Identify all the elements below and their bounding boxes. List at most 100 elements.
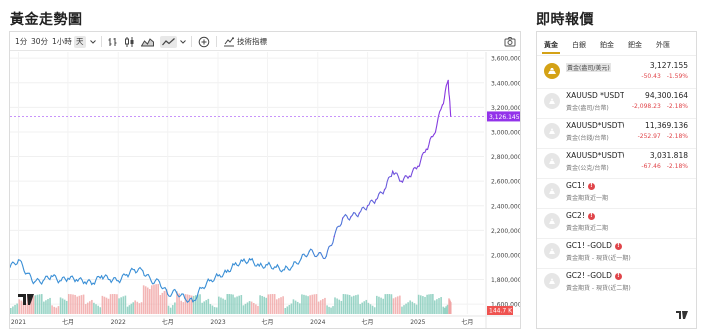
volume-bar xyxy=(436,299,438,314)
volume-bar xyxy=(388,294,391,314)
volume-bar xyxy=(255,304,257,314)
tab-silver[interactable]: 白銀 xyxy=(572,40,586,50)
camera-icon[interactable] xyxy=(504,36,516,48)
interval-30min-button[interactable]: 30分 xyxy=(31,36,48,48)
tradingview-logo xyxy=(676,304,688,323)
data-point xyxy=(300,258,302,260)
volume-bar xyxy=(363,301,366,314)
tab-palladium[interactable]: 鈀金 xyxy=(628,40,642,50)
volume-bar xyxy=(105,297,108,314)
volume-bar xyxy=(51,305,53,314)
y-tick-label: 3,200,000 xyxy=(491,105,520,112)
quote-symbol-text: XAUUSD*USDTWD/8.29 xyxy=(566,121,624,130)
quote-row[interactable]: GC1! -GOLD! 黃金期貨 - 現貨(近一期) xyxy=(537,238,696,268)
volume-bar xyxy=(236,296,238,314)
volume-bar xyxy=(355,295,357,314)
volume-bar xyxy=(144,286,147,314)
volume-bar xyxy=(407,302,409,314)
placeholder-icon xyxy=(544,93,560,109)
volume-bar xyxy=(284,307,287,314)
interval-1hour-button[interactable]: 1小時 xyxy=(52,36,72,48)
interval-day-button[interactable]: 天 xyxy=(74,36,86,48)
volume-bar xyxy=(348,294,351,314)
quote-row[interactable]: GC1!! 黃金期貨近一期 xyxy=(537,178,696,208)
data-point xyxy=(200,287,202,289)
volume-bar xyxy=(91,299,93,314)
volume-bar xyxy=(317,301,320,314)
interval-1min-button[interactable]: 1分 xyxy=(15,36,27,48)
data-point xyxy=(126,274,128,276)
quote-row[interactable]: GC2! -GOLD! 黃金期貨 - 現貨(近二期) xyxy=(537,268,696,298)
candlestick-icon[interactable] xyxy=(124,36,135,48)
data-point xyxy=(447,79,449,81)
volume-bar xyxy=(386,294,389,314)
volume-bar xyxy=(250,301,253,314)
volume-bar xyxy=(352,295,355,314)
volume-bar xyxy=(438,298,440,314)
gold-price-chart[interactable]: 1,600,0001,800,0002,000,0002,200,0002,40… xyxy=(10,52,520,329)
chevron-down-icon[interactable] xyxy=(179,36,187,48)
data-point xyxy=(59,280,61,282)
volume-bar xyxy=(126,306,129,314)
volume-bar xyxy=(411,301,414,314)
volume-bar xyxy=(228,294,231,314)
quote-description: 黃金(盎司/美元) xyxy=(566,63,611,72)
volume-bar xyxy=(240,295,243,314)
volume-bar xyxy=(203,301,205,314)
volume-bar xyxy=(18,299,21,314)
quote-change: -67.46 -2.18% xyxy=(641,163,688,170)
volume-bar xyxy=(224,299,226,314)
volume-bar xyxy=(390,294,393,314)
volume-bar xyxy=(97,305,99,314)
data-point xyxy=(242,260,244,262)
add-circle-icon[interactable] xyxy=(198,36,210,48)
volume-bar xyxy=(357,294,359,314)
volume-bar xyxy=(432,294,434,314)
volume-bar xyxy=(140,302,143,314)
volume-bar xyxy=(401,306,403,314)
tab-forex[interactable]: 外匯 xyxy=(656,40,670,50)
volume-bar xyxy=(49,297,51,314)
volume-bar xyxy=(32,296,35,314)
quote-row[interactable]: GC2!! 黃金期貨近二期 xyxy=(537,208,696,238)
area-chart-icon[interactable] xyxy=(140,36,154,48)
line-chart-icon[interactable] xyxy=(160,36,177,48)
indicators-button[interactable]: 技術指標 xyxy=(237,36,267,48)
volume-bar xyxy=(89,301,91,314)
placeholder-icon xyxy=(544,243,560,259)
quote-row[interactable]: 黃金(盎司/美元) 3,127.155 -50.43 -1.59% xyxy=(537,58,696,88)
price-series-line[interactable] xyxy=(10,80,452,303)
quote-description: 黃金(台錢/台幣) xyxy=(566,135,609,142)
data-point xyxy=(292,265,294,267)
chevron-down-icon[interactable] xyxy=(89,36,97,48)
quote-row[interactable]: XAUUSD *USDTWD 黃金(盎司/台幣) 94,300.164 -2,098.… xyxy=(537,88,696,118)
volume-bar xyxy=(269,294,272,314)
data-point xyxy=(441,104,444,106)
quote-row[interactable]: XAUUSD*USDTWD/31.1035 黃金(公克/台幣) 3,031.818 -… xyxy=(537,148,696,178)
y-tick-label: 2,000,000 xyxy=(491,252,520,259)
data-point xyxy=(142,270,144,272)
warning-icon: ! xyxy=(587,213,595,220)
volume-bar xyxy=(136,301,139,314)
quote-row[interactable]: XAUUSD*USDTWD/8.29 黃金(台錢/台幣) 11,369.136 -25… xyxy=(537,118,696,148)
data-point xyxy=(34,281,36,283)
quote-description: 黃金期貨 - 現貨(近二期) xyxy=(566,285,631,292)
volume-bar xyxy=(95,304,97,314)
data-point xyxy=(109,278,111,281)
indicators-icon[interactable] xyxy=(223,36,235,48)
warning-icon: ! xyxy=(614,273,622,280)
data-point xyxy=(84,281,86,283)
volume-bar xyxy=(12,306,14,314)
volume-bar xyxy=(197,294,199,314)
volume-bar xyxy=(382,298,384,314)
data-point xyxy=(158,281,161,283)
quote-symbol-text: GC1! xyxy=(566,181,585,190)
tab-platinum[interactable]: 鉑金 xyxy=(600,40,614,50)
data-point xyxy=(250,259,252,261)
volume-bar xyxy=(273,294,276,314)
bar-chart-icon[interactable] xyxy=(108,36,118,48)
x-tick-label: 2024 xyxy=(310,319,325,326)
volume-bar xyxy=(103,296,106,314)
x-tick-label: 七月 xyxy=(261,318,273,326)
tab-gold[interactable]: 黃金 xyxy=(544,40,558,50)
